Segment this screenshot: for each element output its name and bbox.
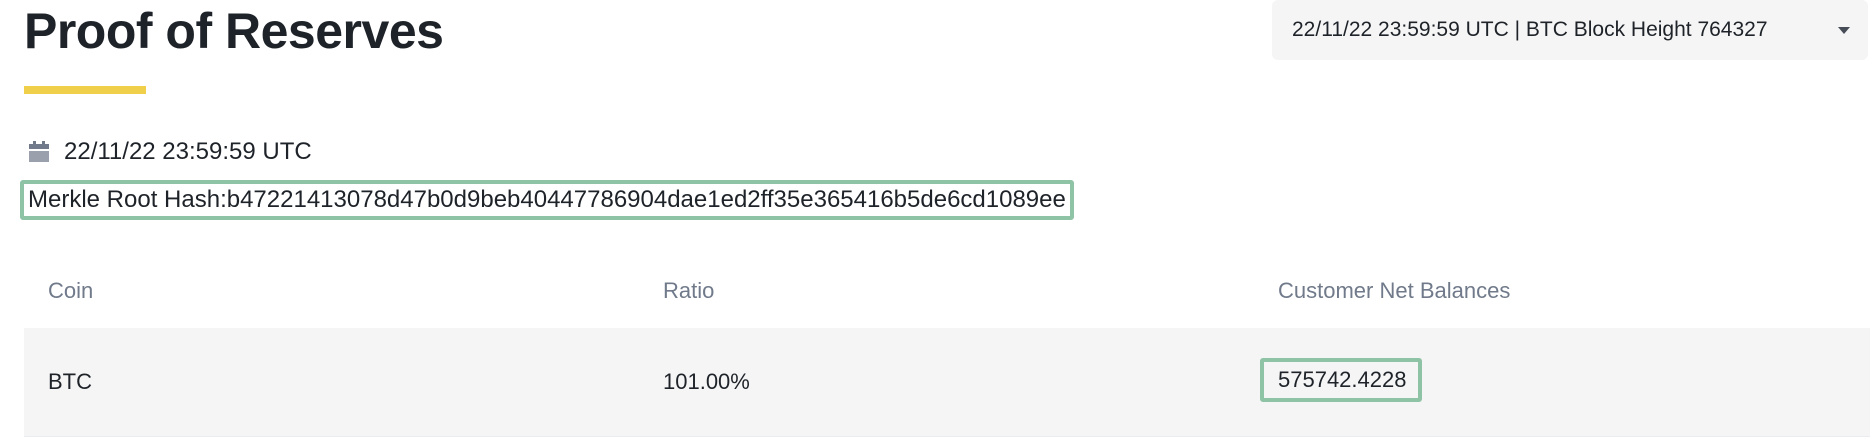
title-underline bbox=[24, 86, 146, 94]
snapshot-date-row: 22/11/22 23:59:59 UTC bbox=[28, 137, 312, 167]
cell-customer-net-balance: 575742.4228 bbox=[1260, 358, 1423, 402]
column-header-customer-net-balances: Customer Net Balances bbox=[1278, 278, 1511, 303]
cell-coin: BTC bbox=[48, 369, 92, 394]
column-header-coin: Coin bbox=[48, 278, 94, 303]
caret-down-icon[interactable] bbox=[1838, 26, 1850, 34]
merkle-root-hash: Merkle Root Hash:b47221413078d47b0d9beb4… bbox=[20, 180, 1074, 220]
table-header: Coin Ratio Customer Net Balances bbox=[24, 270, 1870, 328]
snapshot-select[interactable]: 22/11/22 23:59:59 UTC | BTC Block Height… bbox=[1272, 0, 1868, 60]
snapshot-date: 22/11/22 23:59:59 UTC bbox=[64, 138, 312, 165]
reserves-table: Coin Ratio Customer Net Balances BTC 101… bbox=[24, 270, 1870, 437]
calendar-icon bbox=[28, 141, 50, 163]
column-header-ratio: Ratio bbox=[663, 278, 715, 303]
cell-ratio: 101.00% bbox=[663, 369, 750, 394]
table-row: BTC 101.00% 575742.4228 bbox=[24, 328, 1870, 437]
snapshot-select-value: 22/11/22 23:59:59 UTC | BTC Block Height… bbox=[1292, 18, 1768, 41]
page-title: Proof of Reserves bbox=[24, 3, 444, 59]
